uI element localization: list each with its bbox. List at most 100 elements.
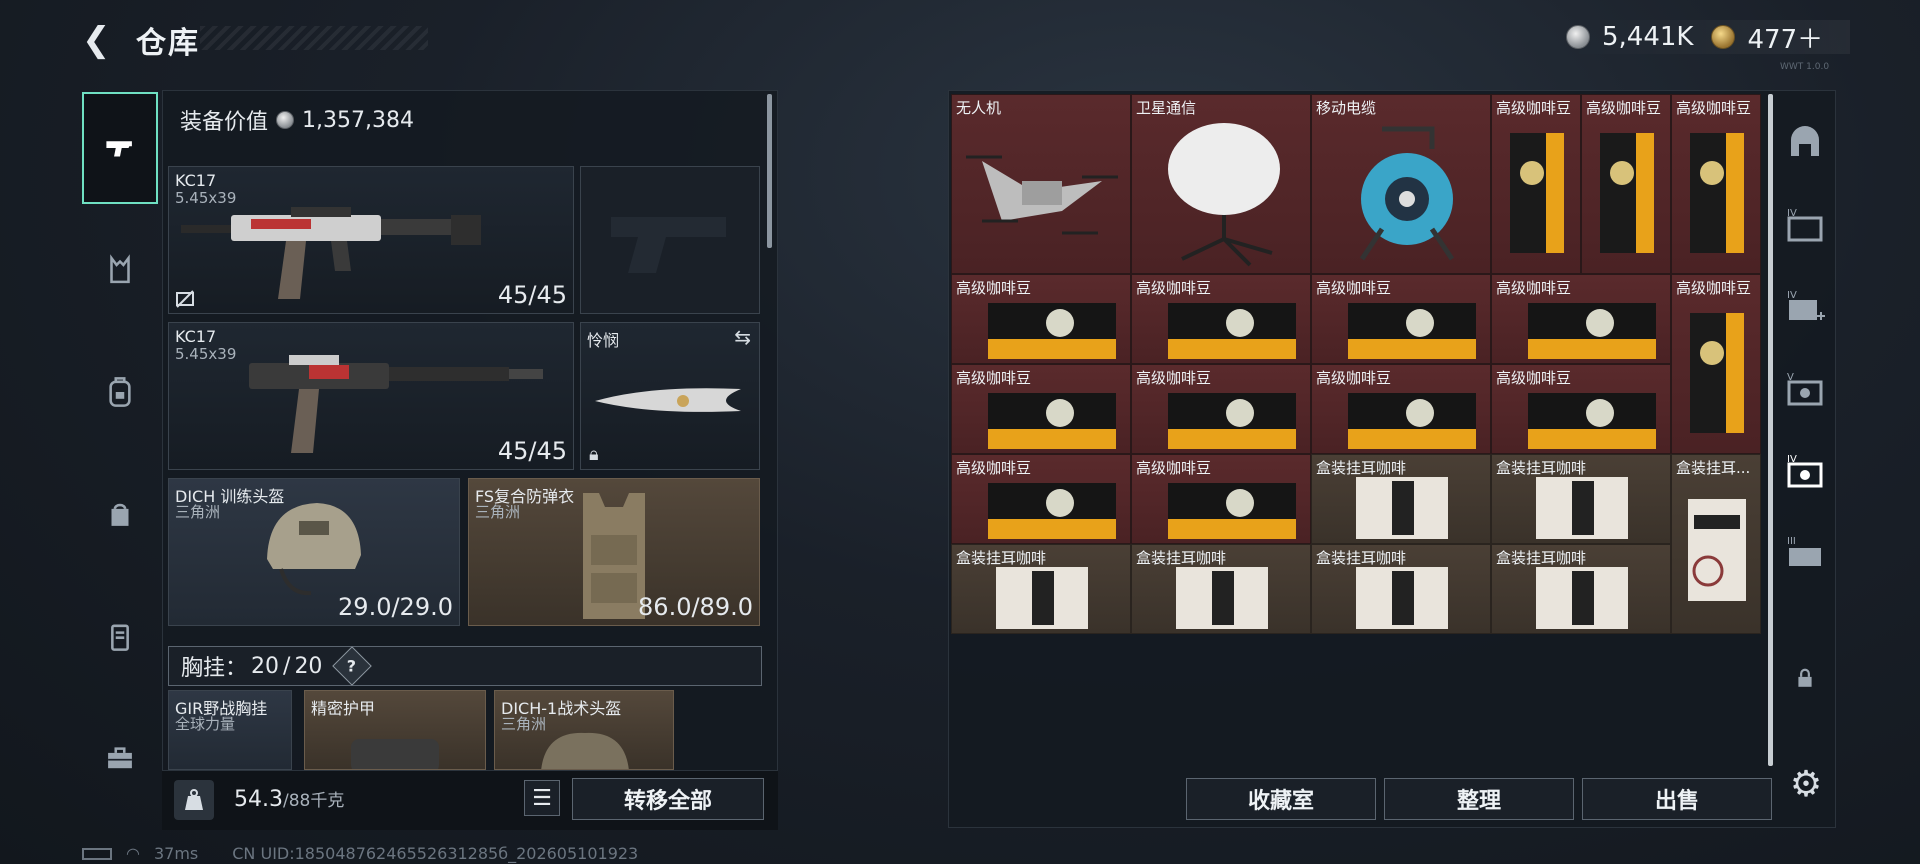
tab-shelter[interactable] bbox=[1780, 102, 1830, 182]
grid-item[interactable]: 高级咖啡豆 bbox=[1131, 454, 1311, 544]
coffee-bag-image bbox=[1528, 393, 1656, 449]
weapon-caliber: 5.45x39 bbox=[175, 345, 237, 363]
cable-reel-image bbox=[1359, 126, 1455, 261]
stash-item-slot[interactable]: 精密护甲 bbox=[304, 690, 486, 770]
item-name: 高级咖啡豆 bbox=[956, 459, 1032, 477]
item-name: 盒装挂耳咖啡 bbox=[956, 549, 1047, 567]
weapon-ammo: 45/45 bbox=[497, 437, 567, 465]
lock-icon: 🔒︎ bbox=[589, 444, 599, 465]
coffee-bag-image bbox=[1168, 393, 1296, 449]
grid-item[interactable]: 高级咖啡豆 bbox=[951, 454, 1131, 544]
melee-name: 怜悯 bbox=[587, 331, 620, 350]
grid-item[interactable]: 高级咖啡豆 bbox=[951, 364, 1131, 454]
silver-coin-icon bbox=[276, 111, 295, 129]
grid-item[interactable]: 盒装挂耳咖啡 bbox=[1491, 544, 1671, 634]
loadout-scrollbar[interactable] bbox=[767, 94, 772, 248]
tab-container-iv-add[interactable]: IV bbox=[1780, 266, 1830, 346]
swap-icon[interactable]: ⇆ bbox=[734, 325, 751, 349]
shelter-icon bbox=[1791, 126, 1819, 156]
back-arrow-icon[interactable]: ❮ bbox=[82, 20, 118, 60]
tab-backpack[interactable] bbox=[82, 336, 158, 448]
coffee-bag-image bbox=[1348, 393, 1476, 449]
sidearm-slot[interactable] bbox=[580, 166, 760, 314]
coffee-bag-image bbox=[1690, 133, 1744, 253]
battery-icon bbox=[82, 847, 112, 860]
grid-item[interactable]: 盒装挂耳咖啡 bbox=[951, 544, 1131, 634]
grid-item[interactable]: 盒装挂耳咖啡 bbox=[1131, 544, 1311, 634]
coffee-bag-image bbox=[1690, 313, 1744, 433]
tab-chest-rig[interactable] bbox=[82, 214, 158, 326]
coffee-bag-image bbox=[988, 483, 1116, 539]
gold-balance[interactable]: 477＋ bbox=[1747, 19, 1823, 56]
help-button[interactable]: ? bbox=[332, 646, 373, 686]
grid-item[interactable]: 高级咖啡豆 bbox=[1671, 274, 1761, 454]
grid-item[interactable]: 高级咖啡豆 bbox=[1671, 94, 1761, 274]
stash-grid: 无人机 卫星通信 移动电缆 高级咖啡豆 高级咖啡豆 高级咖啡豆 高级咖啡豆 高级… bbox=[951, 94, 1761, 634]
grid-item[interactable]: 盒装挂耳咖啡 bbox=[1491, 454, 1671, 544]
stash-item-name: 精密护甲 bbox=[311, 699, 376, 718]
item-name: 高级咖啡豆 bbox=[1136, 369, 1212, 387]
tab-toolbox[interactable] bbox=[82, 702, 158, 814]
grid-item[interactable]: 高级咖啡豆 bbox=[1131, 364, 1311, 454]
grid-item[interactable]: 盒装挂耳咖啡 bbox=[1311, 544, 1491, 634]
currency-bar: 5,441K 477＋ bbox=[1566, 19, 1850, 56]
svg-text:III: III bbox=[1787, 536, 1796, 547]
coffee-bag-image bbox=[988, 303, 1116, 359]
svg-text:IV: IV bbox=[1787, 290, 1797, 301]
item-name: 高级咖啡豆 bbox=[1586, 99, 1662, 117]
item-name: 无人机 bbox=[956, 99, 1002, 117]
helmet-image bbox=[267, 503, 361, 596]
grid-item[interactable]: 高级咖啡豆 bbox=[1311, 364, 1491, 454]
grid-item[interactable]: 盒装挂耳咖啡 bbox=[1311, 454, 1491, 544]
grid-item[interactable]: 盒装挂耳... bbox=[1671, 454, 1761, 634]
grid-item[interactable]: 高级咖啡豆 bbox=[1491, 364, 1671, 454]
grid-item[interactable]: 卫星通信 bbox=[1131, 94, 1311, 274]
item-name: 高级咖啡豆 bbox=[1676, 99, 1752, 117]
coffee-box-image bbox=[1176, 567, 1268, 629]
grid-item[interactable]: 移动电缆 bbox=[1311, 94, 1491, 274]
stash-item-slot[interactable]: GIR野战胸挂 全球力量 bbox=[168, 690, 292, 770]
coffee-bag-image bbox=[1528, 303, 1656, 359]
grid-item[interactable]: 高级咖啡豆 bbox=[1491, 94, 1581, 274]
stash-scrollbar[interactable] bbox=[1768, 94, 1773, 766]
tab-case[interactable] bbox=[82, 580, 158, 692]
tab-weapons[interactable] bbox=[82, 92, 158, 204]
weight-icon bbox=[174, 780, 214, 820]
pistol-icon bbox=[106, 141, 132, 157]
stash-item-slot[interactable]: DICH-1战术头盔 三角洲 bbox=[494, 690, 674, 770]
tab-locked[interactable] bbox=[1780, 648, 1830, 708]
sell-button[interactable]: 出售 bbox=[1582, 778, 1772, 820]
helmet-slot[interactable]: DICH 训练头盔 三角洲 29.0/29.0 bbox=[168, 478, 460, 626]
transfer-all-button[interactable]: 转移全部 bbox=[572, 778, 764, 820]
chest-rig-max: 20 bbox=[294, 653, 323, 679]
item-name: 盒装挂耳咖啡 bbox=[1496, 549, 1587, 567]
toolbox-icon bbox=[108, 747, 132, 769]
primary-weapon-slot-1[interactable]: KC17 5.45x39 45/45 bbox=[168, 166, 574, 314]
pouch-icon bbox=[111, 503, 129, 526]
primary-weapon-slot-2[interactable]: KC17 5.45x39 45/45 bbox=[168, 322, 574, 470]
grid-item[interactable]: 高级咖啡豆 bbox=[1491, 274, 1671, 364]
organize-button[interactable]: 整理 bbox=[1384, 778, 1574, 820]
tab-container-iv[interactable]: IV bbox=[1780, 184, 1830, 264]
tab-pouch[interactable] bbox=[82, 458, 158, 570]
item-name: 盒装挂耳咖啡 bbox=[1316, 459, 1407, 477]
grid-item[interactable]: 无人机 bbox=[951, 94, 1131, 274]
smg-image bbox=[181, 207, 481, 299]
item-name: 高级咖啡豆 bbox=[956, 369, 1032, 387]
list-view-button[interactable]: ☰ bbox=[524, 780, 560, 816]
build-tag: WWT 1.0.0 bbox=[1780, 62, 1830, 72]
grid-item[interactable]: 高级咖啡豆 bbox=[951, 274, 1131, 364]
tab-container-v[interactable]: V bbox=[1780, 348, 1830, 428]
gear-icon[interactable]: ⚙ bbox=[1784, 762, 1828, 806]
coffee-box-image bbox=[1356, 567, 1448, 629]
help-icon: ? bbox=[347, 656, 358, 676]
tab-container-iv-active[interactable]: IV bbox=[1780, 430, 1830, 510]
container-tabs: IV IV V IV III bbox=[1780, 92, 1830, 832]
grid-item[interactable]: 高级咖啡豆 bbox=[1581, 94, 1671, 274]
grid-item[interactable]: 高级咖啡豆 bbox=[1311, 274, 1491, 364]
melee-slot[interactable]: 怜悯 ⇆ 🔒︎ bbox=[580, 322, 760, 470]
grid-item[interactable]: 高级咖啡豆 bbox=[1131, 274, 1311, 364]
armor-slot[interactable]: FS复合防弹衣 三角洲 86.0/89.0 bbox=[468, 478, 760, 626]
collection-room-button[interactable]: 收藏室 bbox=[1186, 778, 1376, 820]
tab-container-iii[interactable]: III bbox=[1780, 512, 1830, 592]
